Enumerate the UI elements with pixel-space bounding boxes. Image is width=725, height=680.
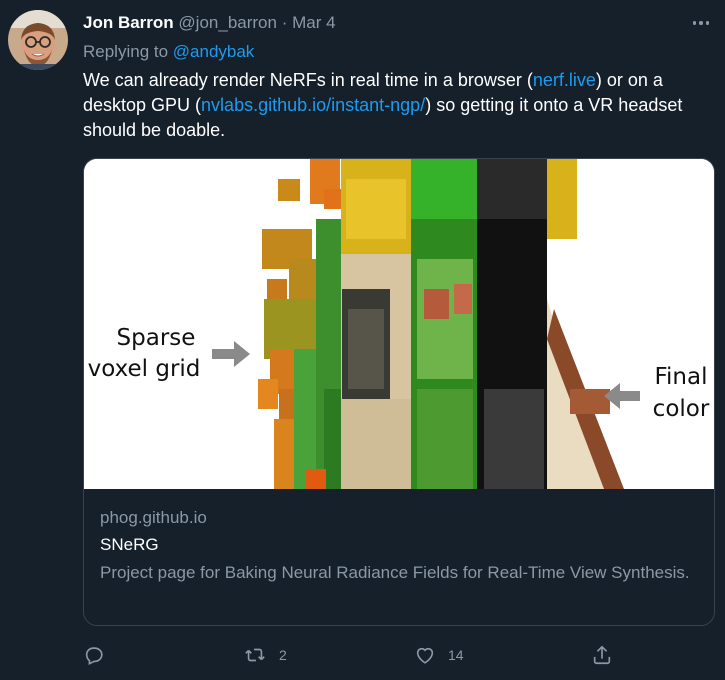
replying-to-prefix: Replying to	[83, 42, 173, 61]
header-separator: ·	[281, 13, 288, 32]
ellipsis-icon[interactable]	[689, 13, 713, 33]
card-meta: phog.github.io SNeRG Project page for Ba…	[100, 507, 698, 585]
tweet-text-part: We can already render NeRFs in real time…	[83, 70, 533, 90]
label-sparse: Sparse	[117, 325, 196, 351]
tweet-date[interactable]: Mar 4	[292, 13, 335, 32]
tweet-header: Jon Barron @jon_barron · Mar 4	[83, 12, 336, 34]
tweet-link-instant-ngp[interactable]: nvlabs.github.io/instant-ngp/	[201, 95, 425, 115]
tweet-text: We can already render NeRFs in real time…	[83, 68, 703, 143]
card-title: SNeRG	[100, 535, 159, 554]
like-button[interactable]: 14	[414, 640, 464, 670]
replying-to: Replying to @andybak	[83, 41, 254, 63]
tweet-link-nerf-live[interactable]: nerf.live	[533, 70, 596, 90]
label-final: Final	[654, 364, 707, 390]
like-count: 14	[448, 647, 464, 663]
link-card[interactable]: Sparse voxel grid Final color phog.githu…	[83, 158, 715, 626]
share-icon	[593, 645, 611, 665]
avatar[interactable]	[8, 10, 68, 70]
label-voxel-grid: voxel grid	[88, 356, 201, 382]
reply-icon	[85, 647, 103, 666]
retweet-button[interactable]: 2	[243, 640, 287, 670]
retweet-icon	[245, 648, 265, 662]
author-handle[interactable]: @jon_barron	[178, 13, 277, 32]
reply-button[interactable]	[83, 640, 117, 670]
tweet[interactable]: Jon Barron @jon_barron · Mar 4 Replying …	[0, 0, 725, 680]
retweet-count: 2	[279, 647, 287, 663]
card-domain: phog.github.io	[100, 508, 207, 527]
author-name[interactable]: Jon Barron	[83, 13, 174, 32]
label-color: color	[653, 396, 710, 422]
tweet-actions: 2 14	[0, 640, 725, 670]
replying-to-handle[interactable]: @andybak	[173, 42, 255, 61]
share-button[interactable]	[591, 640, 613, 670]
like-icon	[416, 647, 434, 664]
card-image[interactable]: Sparse voxel grid Final color	[84, 159, 714, 489]
card-description: Project page for Baking Neural Radiance …	[100, 563, 690, 582]
